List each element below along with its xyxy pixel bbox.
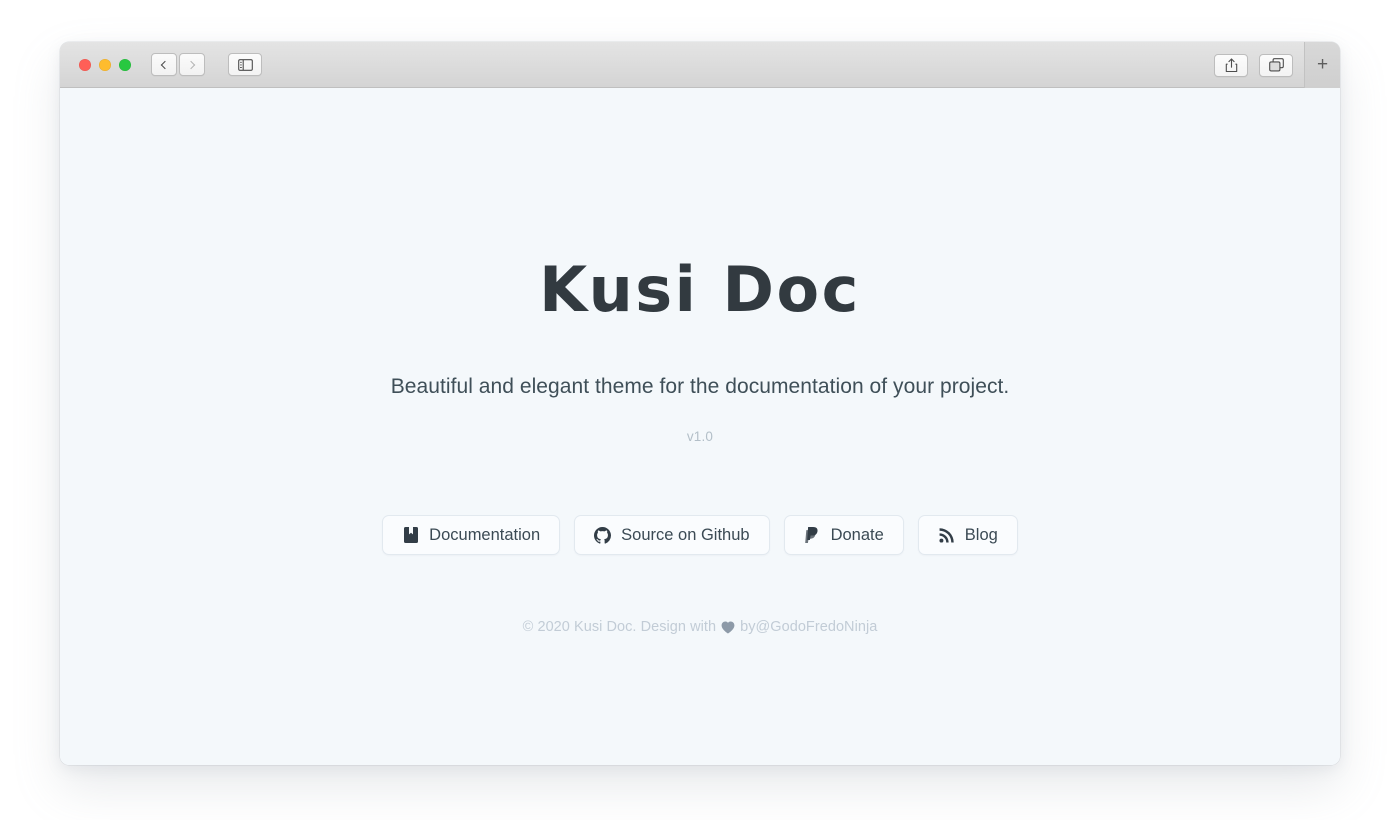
donate-button[interactable]: Donate bbox=[783, 515, 904, 556]
hero-button-row: Documentation Source on Github Donate Bl… bbox=[60, 515, 1340, 556]
navigation-buttons bbox=[151, 53, 205, 76]
minimize-window-button[interactable] bbox=[99, 58, 111, 71]
source-on-github-button[interactable]: Source on Github bbox=[574, 515, 770, 556]
documentation-button[interactable]: Documentation bbox=[382, 515, 561, 556]
blog-button[interactable]: Blog bbox=[917, 515, 1018, 556]
share-button[interactable] bbox=[1214, 53, 1248, 77]
browser-window: godofredo.ninja + Kusi Doc Bea bbox=[60, 42, 1340, 765]
maximize-window-button[interactable] bbox=[119, 58, 131, 71]
source-on-github-button-label: Source on Github bbox=[621, 526, 750, 545]
tab-overview-button[interactable] bbox=[1259, 53, 1293, 77]
paypal-icon bbox=[804, 526, 821, 544]
page-footer: © 2020 Kusi Doc. Design with by@GodoFred… bbox=[60, 619, 1340, 635]
footer-copyright-text: © 2020 Kusi Doc. Design with bbox=[522, 619, 717, 636]
page-title: Kusi Doc bbox=[539, 253, 861, 326]
book-icon bbox=[402, 527, 419, 544]
github-icon bbox=[594, 526, 612, 544]
page-content: Kusi Doc Beautiful and elegant theme for… bbox=[60, 88, 1340, 765]
documentation-button-label: Documentation bbox=[429, 526, 541, 545]
toolbar-actions: + bbox=[1214, 42, 1340, 88]
page-tagline: Beautiful and elegant theme for the docu… bbox=[390, 375, 1010, 398]
tab-overview-icon bbox=[1268, 58, 1284, 72]
donate-button-label: Donate bbox=[830, 526, 884, 545]
close-window-button[interactable] bbox=[79, 58, 91, 71]
browser-toolbar: godofredo.ninja + bbox=[60, 42, 1340, 117]
chevron-right-icon bbox=[186, 60, 196, 69]
sidebar-toggle-button[interactable] bbox=[228, 53, 262, 76]
heart-icon bbox=[721, 621, 735, 634]
rss-icon bbox=[938, 527, 955, 544]
footer-author-text: by@GodoFredoNinja bbox=[740, 619, 878, 636]
sidebar-toggle-icon bbox=[237, 58, 253, 71]
chevron-left-icon bbox=[160, 60, 170, 69]
blog-button-label: Blog bbox=[964, 526, 998, 545]
window-controls bbox=[79, 58, 131, 71]
new-tab-button[interactable]: + bbox=[1304, 42, 1340, 88]
forward-button[interactable] bbox=[179, 53, 205, 76]
back-button[interactable] bbox=[151, 53, 177, 76]
share-icon bbox=[1225, 57, 1237, 72]
hero-section: Kusi Doc Beautiful and elegant theme for… bbox=[60, 88, 1340, 635]
version-label: v1.0 bbox=[686, 429, 714, 445]
